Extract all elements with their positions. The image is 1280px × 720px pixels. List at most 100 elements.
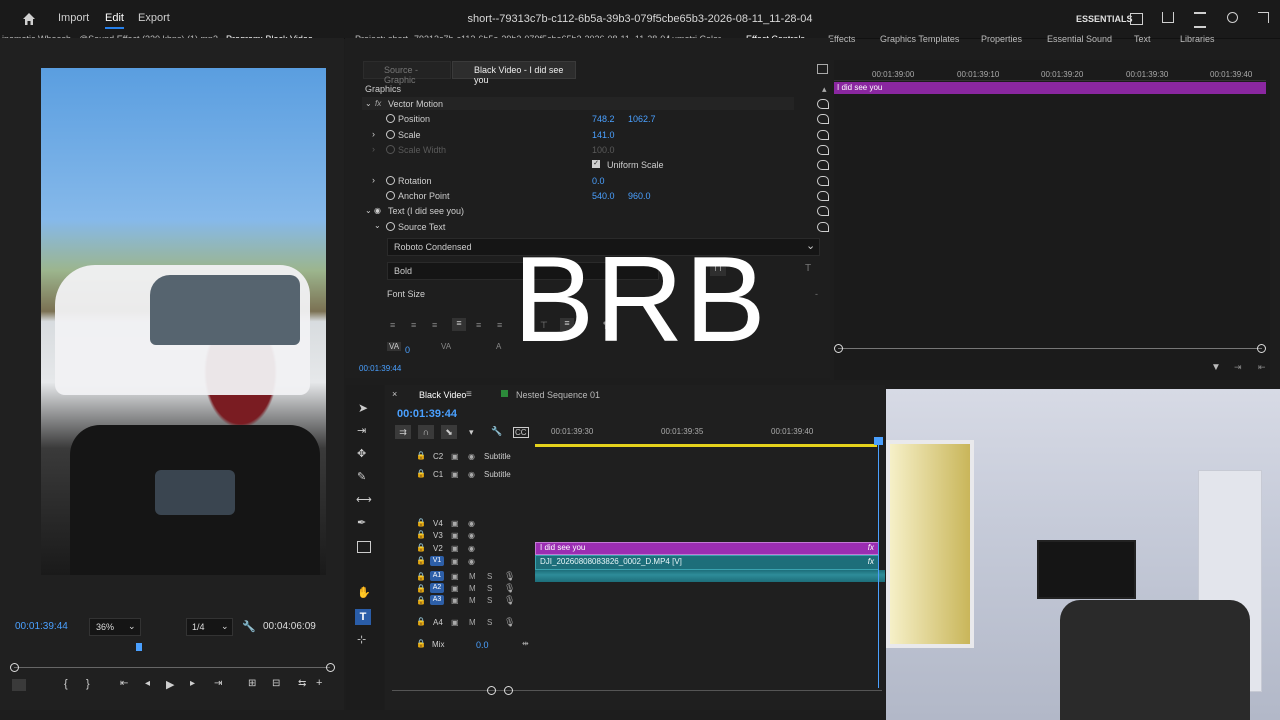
timeline-menu-icon[interactable]: ≡ (466, 389, 472, 400)
sync-icon[interactable]: ▣ (451, 519, 459, 528)
export-frame-icon[interactable]: ⇆ (298, 678, 306, 689)
justify-right-icon[interactable]: ≡ (497, 320, 502, 330)
captions-icon[interactable]: CC (513, 427, 529, 438)
step-forward-icon[interactable]: ▸ (190, 678, 195, 689)
stopwatch-icon[interactable] (386, 191, 395, 200)
insert-icon[interactable]: ⊞ (248, 678, 256, 689)
sync-icon[interactable]: ▣ (451, 544, 459, 553)
microphone-icon[interactable]: 🎙 (504, 583, 515, 594)
tab-graphics-templates[interactable]: Graphics Templates (880, 34, 959, 54)
reset-icon[interactable] (817, 145, 829, 155)
mark-in-icon[interactable]: { (64, 678, 68, 690)
playhead-handle[interactable] (874, 437, 883, 445)
chevron-right-icon[interactable]: › (372, 129, 375, 139)
clip-tab[interactable]: Black Video - I did see you (452, 61, 576, 85)
eye-icon[interactable]: ◉ (374, 206, 381, 215)
tab-essential-sound[interactable]: Essential Sound (1047, 34, 1112, 54)
scrub-start-handle[interactable] (10, 663, 19, 672)
collapse-up-icon[interactable]: ▴ (822, 84, 827, 95)
lock-icon[interactable]: 🔒 (416, 518, 426, 527)
ec-zoom-handle[interactable] (1257, 344, 1266, 353)
chevron-down-icon[interactable]: ⌄ (365, 99, 372, 108)
filter-icon[interactable]: ▼ (1211, 362, 1221, 373)
eye-icon[interactable]: ◉ (468, 544, 475, 553)
share-icon[interactable] (1162, 12, 1174, 23)
eye-icon[interactable]: ◉ (468, 519, 475, 528)
add-button-icon[interactable]: + (316, 677, 322, 689)
rotation-value[interactable]: 0.0 (592, 176, 605, 186)
kerning-value[interactable]: 0 (405, 345, 410, 355)
timeline-zoom-handle[interactable] (504, 686, 513, 695)
export-icon[interactable]: ⇥ (1234, 362, 1242, 373)
reset-icon[interactable] (817, 130, 829, 140)
scrub-end-handle[interactable] (326, 663, 335, 672)
hand-tool-icon[interactable]: ✋ (357, 586, 371, 599)
lock-icon[interactable]: 🔒 (416, 543, 426, 552)
wrench-icon[interactable]: 🔧 (491, 426, 502, 437)
source-graphic-tab[interactable]: Source - Graphic (363, 61, 451, 85)
mute-icon[interactable]: M (469, 596, 476, 605)
track-id-a3[interactable]: A3 (430, 595, 444, 605)
settings-grid-icon[interactable] (12, 679, 26, 691)
stopwatch-icon[interactable] (386, 114, 395, 123)
program-timecode[interactable]: 00:01:39:44 (15, 621, 68, 632)
selection-tool-icon[interactable]: ➤ (358, 401, 368, 415)
nest-toggle-icon[interactable]: ⇉ (395, 425, 411, 439)
chevron-down-icon[interactable]: ⌄ (365, 206, 372, 215)
timeline-ruler[interactable]: 00:01:39:30 00:01:39:35 00:01:39:40 (535, 425, 880, 445)
kerning-icon[interactable]: VA (387, 342, 402, 351)
lock-icon[interactable]: 🔒 (416, 596, 426, 605)
ec-toggle-timeline-icon[interactable] (817, 64, 828, 74)
lock-icon[interactable]: 🔒 (416, 572, 426, 581)
align-center-icon[interactable]: ≡ (411, 320, 416, 330)
reset-icon[interactable] (817, 191, 829, 201)
close-icon[interactable]: × (392, 389, 397, 399)
uniform-scale-checkbox[interactable]: ✓ (592, 160, 600, 168)
sync-icon[interactable]: ▣ (451, 596, 459, 605)
leading-icon[interactable]: A (496, 342, 501, 351)
lock-icon[interactable]: 🔒 (416, 530, 426, 539)
mute-icon[interactable]: M (469, 572, 476, 581)
align-right-icon[interactable]: ≡ (432, 320, 437, 330)
sync-icon[interactable]: ▣ (451, 531, 459, 540)
play-icon[interactable]: ▶ (166, 678, 174, 691)
mute-icon[interactable]: M (469, 584, 476, 593)
work-area-bar[interactable] (535, 444, 877, 447)
mute-icon[interactable]: M (469, 618, 476, 627)
track-id-a1[interactable]: A1 (430, 571, 444, 581)
mix-end-icon[interactable]: ⇹ (522, 639, 529, 648)
eye-icon[interactable]: ◉ (468, 557, 475, 566)
search-icon[interactable] (1227, 12, 1238, 23)
zoom-select[interactable]: 36% ⌄ (89, 618, 141, 636)
chevron-right-icon[interactable]: › (372, 175, 375, 185)
caption-tool-icon[interactable]: ⊹ (357, 633, 366, 646)
workspace-menu[interactable]: ESSENTIALS (1076, 14, 1133, 24)
sync-icon[interactable]: ▣ (451, 452, 459, 461)
linked-selection-icon[interactable]: ⬊ (441, 425, 457, 439)
resolution-select[interactable]: 1/4 ⌄ (186, 618, 233, 636)
lock-icon[interactable]: 🔒 (416, 556, 426, 565)
program-playhead[interactable] (136, 643, 142, 651)
sync-icon[interactable]: ▣ (451, 557, 459, 566)
track-select-icon[interactable]: ⇥ (357, 424, 366, 437)
snap-toggle-icon[interactable]: ∩ (418, 425, 434, 439)
timeline-zoom-bar[interactable] (392, 690, 882, 691)
timeline-playhead[interactable] (878, 438, 879, 688)
ripple-edit-icon[interactable]: ✥ (357, 447, 366, 460)
expand-icon[interactable] (1258, 12, 1269, 23)
tab-effects[interactable]: Effects (828, 34, 855, 54)
ec-zoom-bar[interactable] (838, 348, 1262, 349)
tracking-icon[interactable]: VA (441, 342, 451, 351)
overwrite-icon[interactable]: ⊟ (272, 678, 280, 689)
solo-icon[interactable]: S (487, 572, 492, 581)
justify-center-icon[interactable]: ≡ (476, 320, 481, 330)
anchor-y-value[interactable]: 960.0 (628, 191, 651, 201)
ec-mini-timeline[interactable] (834, 60, 1270, 380)
microphone-icon[interactable]: 🎙 (504, 617, 515, 628)
sync-icon[interactable]: ▣ (451, 618, 459, 627)
tab-properties[interactable]: Properties (981, 34, 1022, 54)
ec-zoom-handle[interactable] (834, 344, 843, 353)
eye-icon[interactable]: ◉ (468, 531, 475, 540)
microphone-icon[interactable]: 🎙 (504, 595, 515, 606)
reset-icon[interactable] (817, 176, 829, 186)
